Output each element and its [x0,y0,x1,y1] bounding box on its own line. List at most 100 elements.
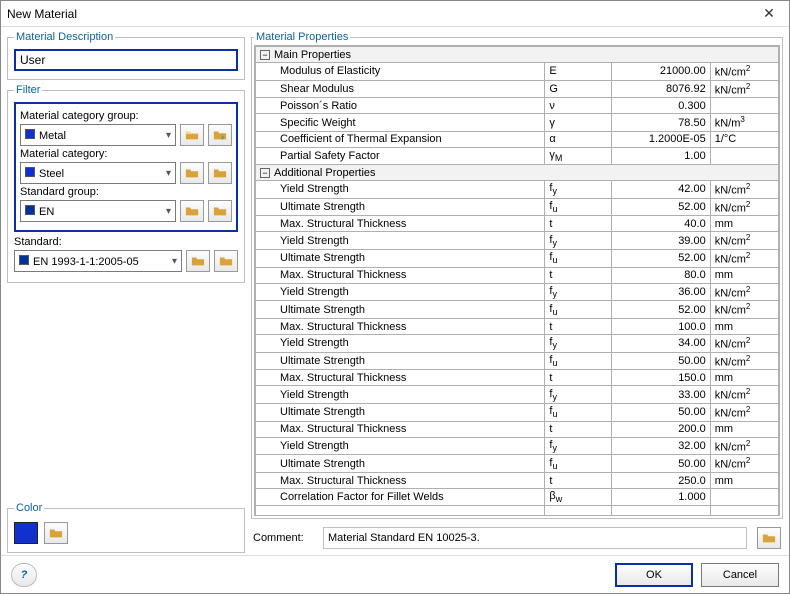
library-save-button[interactable] [208,162,232,184]
properties-table[interactable]: −Main PropertiesModulus of ElasticityE21… [254,45,780,516]
property-name: Ultimate Strength [256,404,545,422]
property-row: Yield Strengthfy36.00kN/cm2 [256,283,779,301]
library-save-button[interactable] [208,124,232,146]
property-name: Ultimate Strength [256,301,545,319]
property-unit: mm [710,370,778,386]
property-name: Poisson´s Ratio [256,98,545,114]
property-value[interactable]: 50.00 [611,404,710,422]
property-symbol: fy [545,437,611,455]
property-unit: kN/cm2 [710,352,778,370]
property-unit: kN/cm2 [710,301,778,319]
property-row: Partial Safety FactorγM1.00 [256,147,779,164]
property-value[interactable]: 0.300 [611,98,710,114]
property-unit: kN/cm2 [710,386,778,404]
property-value[interactable]: 150.0 [611,370,710,386]
library-open-button[interactable] [180,200,204,222]
property-value[interactable]: 1.000 [611,489,710,506]
close-icon[interactable]: ✕ [755,5,783,22]
standard-group-combo[interactable]: EN ▾ [20,200,176,222]
property-row: Shear ModulusG8076.92kN/cm2 [256,80,779,98]
category-label: Material category: [20,148,232,160]
property-symbol: γM [545,147,611,164]
property-value[interactable]: 52.00 [611,250,710,268]
section-header[interactable]: −Additional Properties [256,165,779,181]
property-value[interactable]: 42.00 [611,181,710,199]
collapse-icon[interactable]: − [260,50,270,60]
property-value[interactable]: 40.0 [611,216,710,232]
library-save-button[interactable] [208,200,232,222]
property-row: Ultimate Strengthfu52.00kN/cm2 [256,301,779,319]
category-group-combo[interactable]: Metal ▾ [20,124,176,146]
property-value[interactable]: 200.0 [611,421,710,437]
property-value[interactable]: 1.2000E-05 [611,131,710,147]
category-group-swatch-icon [25,129,35,139]
collapse-icon[interactable]: − [260,168,270,178]
chevron-down-icon: ▾ [166,206,171,217]
help-button[interactable]: ? [11,563,37,587]
property-value[interactable]: 8076.92 [611,80,710,98]
property-name: Max. Structural Thickness [256,216,545,232]
standard-combo[interactable]: EN 1993-1-1:2005-05 ▾ [14,250,182,272]
property-value[interactable]: 1.00 [611,147,710,164]
property-value[interactable]: 78.50 [611,114,710,132]
property-name: Ultimate Strength [256,250,545,268]
material-properties-legend: Material Properties [254,31,350,43]
property-symbol: t [545,421,611,437]
property-row: Poisson´s Ratioν0.300 [256,98,779,114]
property-row: Coefficient of Thermal Expansionα1.2000E… [256,131,779,147]
property-symbol: βw [545,489,611,506]
section-header[interactable]: −Main Properties [256,47,779,63]
property-value[interactable]: 34.00 [611,335,710,353]
property-value[interactable]: 36.00 [611,283,710,301]
property-unit: mm [710,267,778,283]
property-name: Yield Strength [256,437,545,455]
property-unit: mm [710,421,778,437]
category-combo[interactable]: Steel ▾ [20,162,176,184]
property-value[interactable]: 100.0 [611,319,710,335]
property-name: Partial Safety Factor [256,147,545,164]
chevron-down-icon: ▾ [166,168,171,179]
material-description-legend: Material Description [14,31,115,43]
property-name: Yield Strength [256,335,545,353]
property-value[interactable]: 250.0 [611,473,710,489]
eu-flag-icon [19,255,29,265]
property-row: Ultimate Strengthfu52.00kN/cm2 [256,250,779,268]
property-value[interactable]: 50.00 [611,352,710,370]
color-swatch[interactable] [14,522,38,544]
color-legend: Color [14,502,44,514]
property-value[interactable]: 52.00 [611,198,710,216]
library-open-button[interactable] [180,124,204,146]
property-value[interactable]: 52.00 [611,301,710,319]
library-save-button[interactable] [214,250,238,272]
color-library-button[interactable] [44,522,68,544]
property-value[interactable]: 33.00 [611,386,710,404]
comment-row: Comment: [251,523,783,553]
property-symbol: γ [545,114,611,132]
property-unit: mm [710,319,778,335]
cancel-button[interactable]: Cancel [701,563,779,587]
library-open-button[interactable] [186,250,210,272]
library-open-button[interactable] [180,162,204,184]
property-symbol: fy [545,181,611,199]
property-row: Ultimate Strengthfu50.00kN/cm2 [256,352,779,370]
property-row: Max. Structural Thicknesst200.0mm [256,421,779,437]
property-value[interactable]: 50.00 [611,455,710,473]
comment-library-button[interactable] [757,527,781,549]
property-value[interactable]: 39.00 [611,232,710,250]
property-value[interactable]: 80.0 [611,267,710,283]
property-unit: kN/cm2 [710,198,778,216]
property-symbol: fy [545,335,611,353]
property-symbol: fu [545,352,611,370]
ok-button[interactable]: OK [615,563,693,587]
property-symbol: fu [545,455,611,473]
property-unit: kN/cm2 [710,404,778,422]
filter-group: Filter Material category group: Metal ▾ … [7,84,245,283]
material-description-input[interactable] [14,49,238,71]
property-unit: kN/m3 [710,114,778,132]
property-symbol: α [545,131,611,147]
property-value[interactable]: 32.00 [611,437,710,455]
property-symbol: fu [545,198,611,216]
comment-input[interactable] [323,527,747,549]
property-row: Max. Structural Thicknesst250.0mm [256,473,779,489]
property-value[interactable]: 21000.00 [611,63,710,81]
